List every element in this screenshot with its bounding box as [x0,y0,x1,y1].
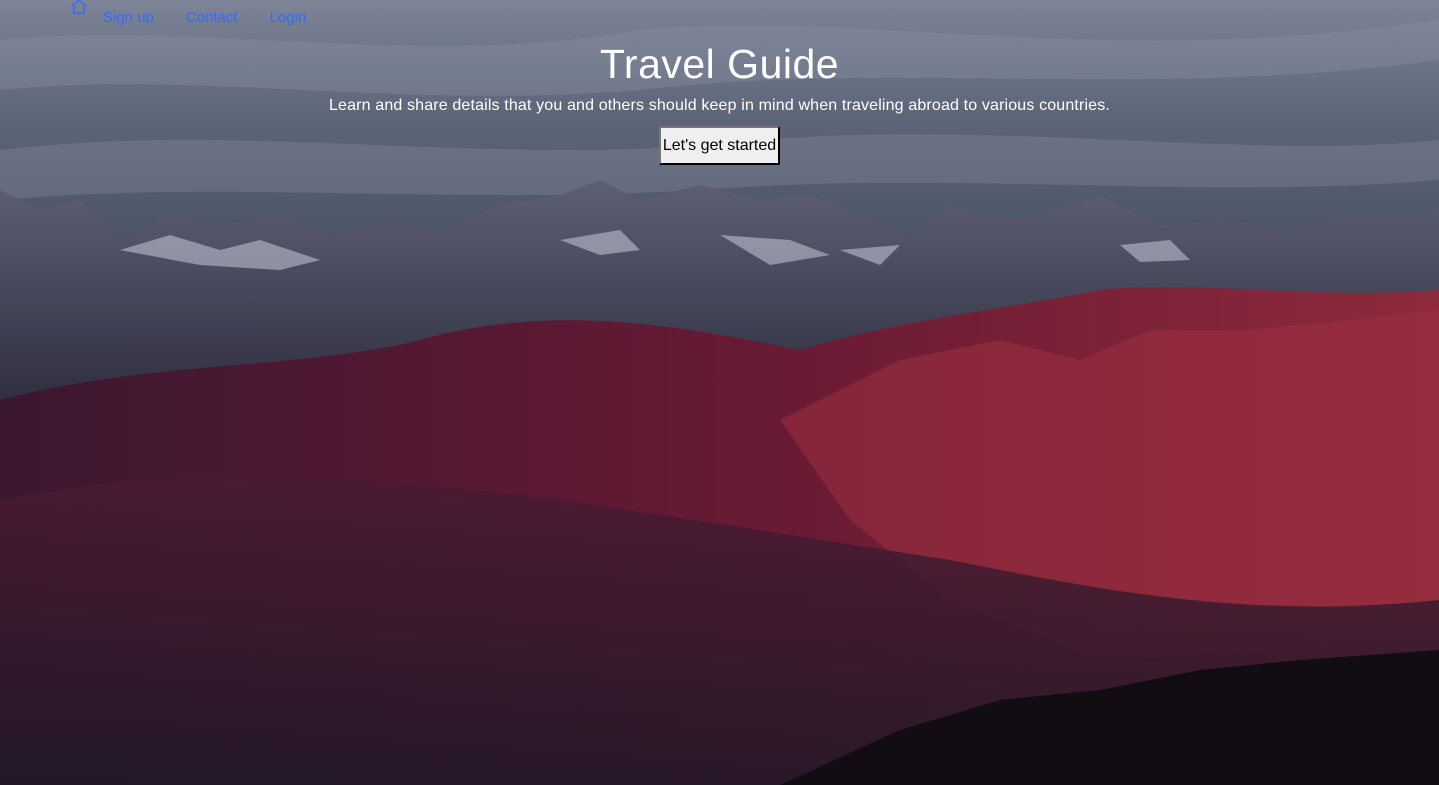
nav-link-sign-up[interactable]: Sign up [103,9,154,27]
page-title: Travel Guide [599,41,840,87]
hero-subtitle: Learn and share details that you and oth… [329,97,1110,114]
landing-page: Sign up Contact Login Travel Guide Learn… [0,0,1439,785]
home-icon [71,0,87,14]
top-nav: Sign up Contact Login [70,0,306,30]
nav-link-login[interactable]: Login [270,9,307,27]
hero-section: Travel Guide Learn and share details tha… [0,40,1439,165]
get-started-button[interactable]: Let's get started [658,126,781,165]
home-link[interactable] [70,0,88,16]
nav-link-contact[interactable]: Contact [186,9,238,27]
